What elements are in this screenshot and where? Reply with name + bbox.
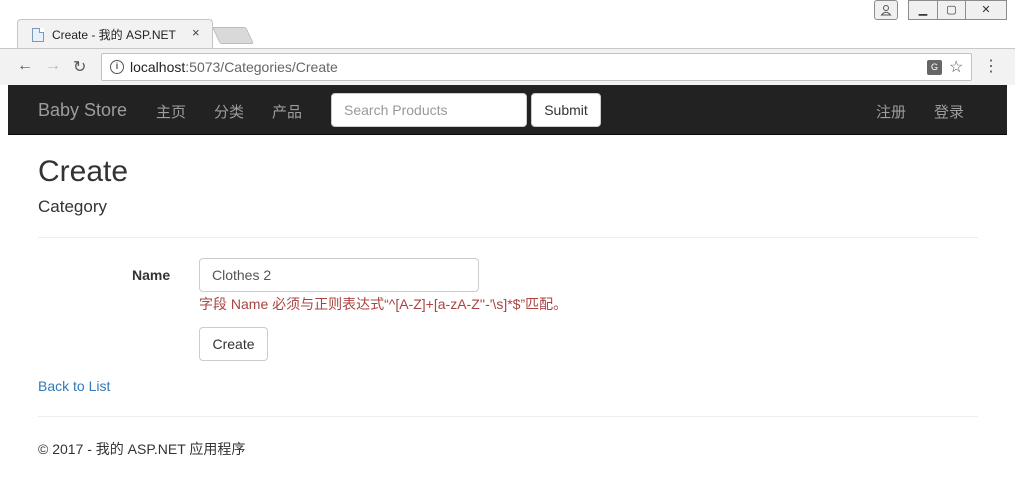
forward-arrow-icon[interactable]: → [45,57,61,75]
nav-link-login[interactable]: 登录 [934,101,964,122]
nav-link-home[interactable]: 主页 [156,101,186,122]
url-host: localhost [130,59,186,75]
name-label: Name [132,267,171,283]
url-text[interactable]: localhost:5073/Categories/Create [130,59,338,75]
footer-text: © 2017 - 我的 ASP.NET 应用程序 [38,441,246,457]
search-submit-button[interactable]: Submit [531,93,601,127]
page-subtitle: Category [38,197,107,216]
reload-icon[interactable]: ↻ [73,57,86,77]
page-title: Create [38,155,129,188]
browser-toolbar: ← → ↻ i localhost:5073/Categories/Create… [0,48,1015,85]
page-viewport: Baby Store 主页 分类 产品 Submit 注册 登录 Create … [8,85,1007,498]
user-icon[interactable] [874,0,898,20]
brand-link[interactable]: Baby Store [38,100,127,121]
info-icon[interactable]: i [110,60,124,74]
divider [38,237,978,238]
browser-menu-icon[interactable]: ⋮ [983,56,999,76]
create-button[interactable]: Create [199,327,268,361]
bookmark-star-icon[interactable]: ☆ [949,57,963,77]
footer-divider [38,416,978,417]
browser-titlebar: Create - 我的 ASP.NET × ▁ ▢ ✕ [0,0,1015,48]
nav-link-products[interactable]: 产品 [272,101,302,122]
page-icon [32,28,44,42]
maximize-button[interactable]: ▢ [937,0,966,20]
browser-tab[interactable]: Create - 我的 ASP.NET × [17,19,213,48]
nav-link-register[interactable]: 注册 [876,101,906,122]
address-bar[interactable]: i localhost:5073/Categories/Create G ☆ [101,53,972,81]
nav-link-categories[interactable]: 分类 [214,101,244,122]
close-window-button[interactable]: ✕ [965,0,1007,20]
name-field[interactable] [199,258,479,292]
back-to-list-link[interactable]: Back to List [38,378,110,394]
url-path: :5073/Categories/Create [185,59,338,75]
search-input[interactable] [331,93,527,127]
back-arrow-icon[interactable]: ← [17,57,33,75]
tab-close-icon[interactable]: × [192,25,200,40]
name-validation-message: 字段 Name 必须与正则表达式“^[A-Z]+[a-zA-Z''-'\s]*$… [199,296,568,312]
tab-title: Create - 我的 ASP.NET [52,28,176,42]
new-tab-button[interactable] [212,27,254,44]
translate-icon[interactable]: G [927,60,942,75]
minimize-button[interactable]: ▁ [908,0,938,20]
site-navbar: Baby Store 主页 分类 产品 Submit 注册 登录 [8,85,1007,135]
